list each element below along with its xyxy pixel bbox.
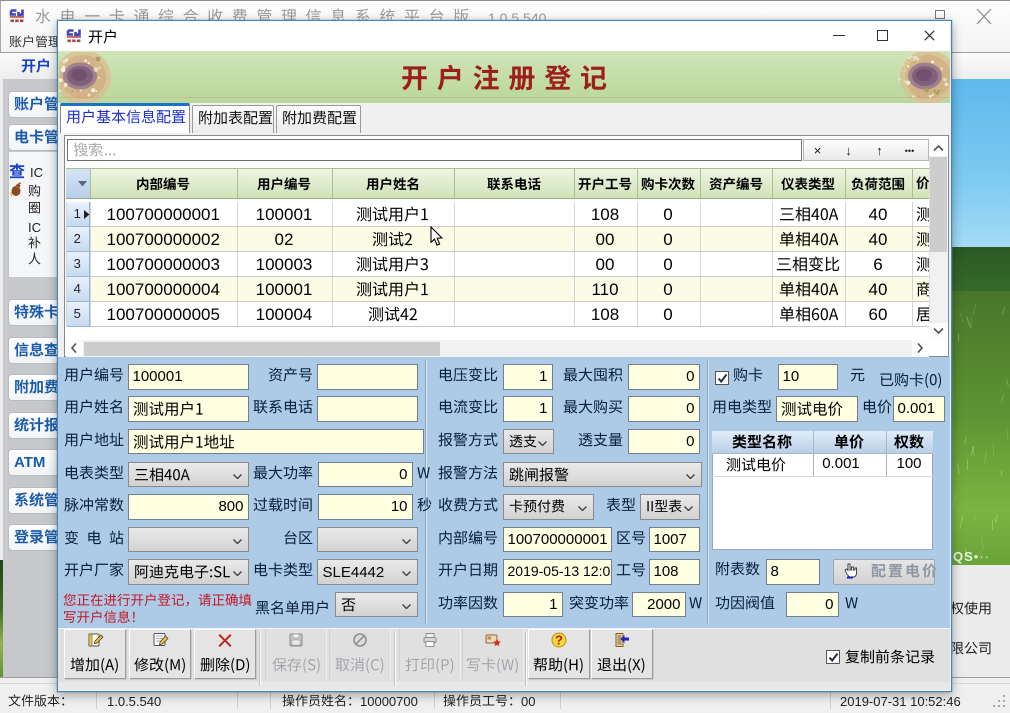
svg-text:?: ? [555,632,563,647]
